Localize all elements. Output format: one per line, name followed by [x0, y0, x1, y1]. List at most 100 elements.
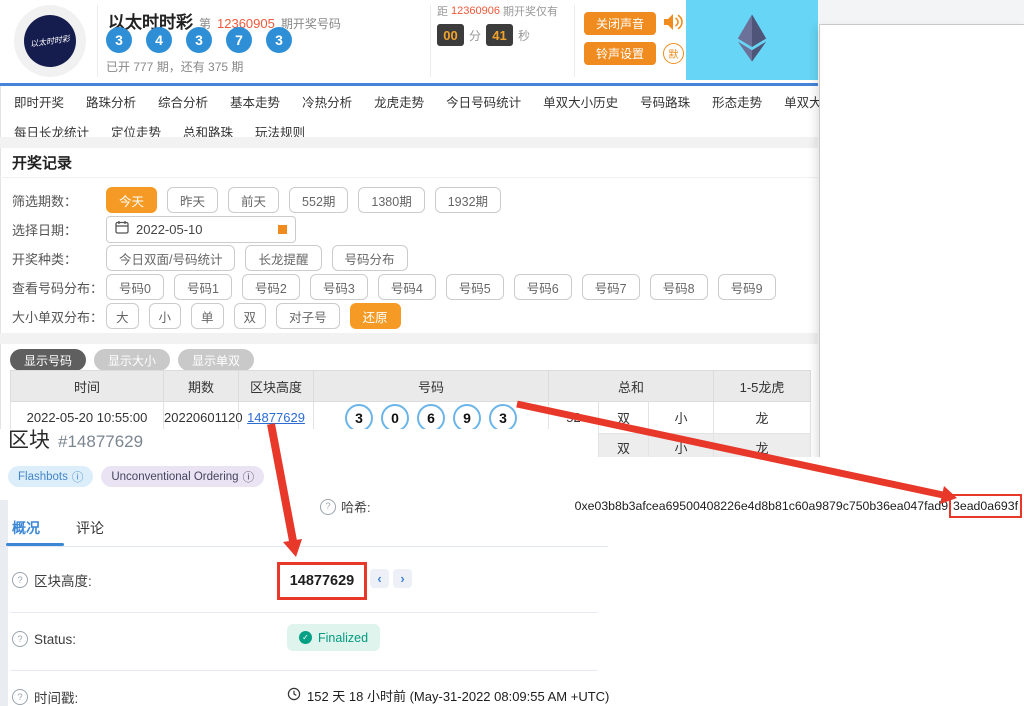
filter-today-button[interactable]: 今天 [106, 187, 157, 213]
previous-block-button[interactable]: ‹ [370, 569, 389, 588]
kind-twosided-button[interactable]: 今日双面/号码统计 [106, 245, 235, 271]
status-row-label: ? Status: [12, 631, 76, 647]
block-height-label-text: 区块高度: [34, 570, 92, 590]
filter-label: 开奖种类： [12, 249, 106, 268]
speaker-icon[interactable] [663, 13, 683, 36]
site-header: 以太时时彩 以太时时彩 第 12360905 期开奖号码 3 4 3 7 3 已… [0, 0, 818, 83]
small-button[interactable]: 小 [149, 303, 182, 329]
flashbots-badge[interactable]: Flashbots ⓘ [8, 466, 93, 487]
nav-item[interactable]: 综合分析 [158, 92, 208, 111]
default-ring-icon: 默 [663, 43, 684, 64]
divider [10, 612, 598, 613]
kind-distribution-button[interactable]: 号码分布 [332, 245, 408, 271]
tab-comments[interactable]: 评论 [76, 518, 104, 538]
number-ball: 3 [489, 404, 517, 432]
col-numbers: 号码 [314, 371, 549, 402]
nav-item[interactable]: 龙虎走势 [374, 92, 424, 111]
reset-button[interactable]: 还原 [350, 303, 401, 329]
countdown-timer: 00 分 41 秒 [437, 24, 530, 46]
filter-label: 大小单双分布： [12, 307, 106, 326]
calendar-icon [115, 220, 129, 239]
nav-item[interactable]: 路珠分析 [86, 92, 136, 111]
site-logo[interactable]: 以太时时彩 [14, 5, 86, 77]
filter-1932-button[interactable]: 1932期 [435, 187, 501, 213]
help-icon: ? [320, 499, 336, 515]
filter-daybefore-button[interactable]: 前天 [228, 187, 279, 213]
block-height-row-label: ? 区块高度: [12, 570, 92, 590]
number-3-button[interactable]: 号码3 [310, 274, 368, 300]
block-badges: Flashbots ⓘ Unconventional Ordering ⓘ [8, 466, 264, 487]
number-6-button[interactable]: 号码6 [514, 274, 572, 300]
block-title-text: 区块 [8, 424, 50, 454]
nav-item[interactable]: 冷热分析 [302, 92, 352, 111]
block-title: 区块 #14877629 [8, 424, 143, 454]
filter-552-button[interactable]: 552期 [289, 187, 348, 213]
kind-streak-button[interactable]: 长龙提醒 [245, 245, 321, 271]
explorer-left-gutter [0, 500, 8, 706]
number-1-button[interactable]: 号码1 [174, 274, 232, 300]
col-issue: 期数 [164, 371, 239, 402]
nav-item[interactable]: 单双大小历史 [543, 92, 618, 111]
next-block-button[interactable]: › [393, 569, 412, 588]
col-dragon-tiger: 1-5龙虎 [714, 371, 811, 402]
tab-overview[interactable]: 概况 [12, 518, 40, 538]
number-ball: 3 [106, 27, 132, 53]
number-ball: 9 [453, 404, 481, 432]
timestamp-value-row: 152 天 18 小时前 (May-31-2022 08:09:55 AM +U… [287, 686, 609, 705]
number-7-button[interactable]: 号码7 [582, 274, 640, 300]
ethereum-banner [686, 0, 818, 80]
filter-row-sizes: 大小单双分布： 大 小 单 双 对子号 还原 [12, 303, 401, 329]
nav-item[interactable]: 今日号码统计 [446, 92, 521, 111]
show-oddeven-button[interactable]: 显示单双 [178, 349, 254, 371]
help-icon: ? [12, 631, 28, 647]
divider [0, 177, 818, 178]
col-sum: 总和 [549, 371, 714, 402]
block-height-link[interactable]: 14877629 [247, 410, 305, 425]
orange-square-icon [278, 225, 287, 234]
close-sound-button[interactable]: 关闭声音 [584, 12, 656, 35]
even-button[interactable]: 双 [234, 303, 267, 329]
pairs-button[interactable]: 对子号 [276, 303, 340, 329]
number-4-button[interactable]: 号码4 [378, 274, 436, 300]
filter-row-kinds: 开奖种类： 今日双面/号码统计 长龙提醒 号码分布 [12, 245, 408, 271]
display-mode-buttons: 显示号码 显示大小 显示单双 [10, 349, 254, 371]
help-icon: ? [12, 572, 28, 588]
countdown-minutes: 00 [437, 24, 464, 46]
nav-item[interactable]: 号码路珠 [640, 92, 690, 111]
filter-yesterday-button[interactable]: 昨天 [167, 187, 218, 213]
ordering-badge[interactable]: Unconventional Ordering ⓘ [101, 466, 264, 487]
number-ball: 3 [345, 404, 373, 432]
hash-row-label: ? 哈希: [320, 497, 371, 516]
header-accent-line [0, 83, 818, 86]
number-8-button[interactable]: 号码8 [650, 274, 708, 300]
filter-label: 筛选期数： [12, 191, 106, 210]
site-logo-text: 以太时时彩 [21, 12, 80, 71]
show-bigsmall-button[interactable]: 显示大小 [94, 349, 170, 371]
ring-settings-button[interactable]: 铃声设置 [584, 42, 656, 65]
block-number-tag: #14877629 [58, 432, 143, 452]
show-numbers-button[interactable]: 显示号码 [10, 349, 86, 371]
nav-item[interactable]: 形态走势 [712, 92, 762, 111]
date-value: 2022-05-10 [136, 222, 203, 237]
cell-dragon: 龙 [714, 402, 811, 434]
number-5-button[interactable]: 号码5 [446, 274, 504, 300]
number-2-button[interactable]: 号码2 [242, 274, 300, 300]
annotation-box-block-height: 14877629 [277, 562, 367, 600]
table-header-row: 时间 期数 区块高度 号码 总和 1-5龙虎 [11, 371, 811, 402]
number-0-button[interactable]: 号码0 [106, 274, 164, 300]
ethereum-logo-icon [735, 10, 769, 71]
number-9-button[interactable]: 号码9 [718, 274, 776, 300]
odd-button[interactable]: 单 [191, 303, 224, 329]
big-button[interactable]: 大 [106, 303, 139, 329]
timestamp-value: 152 天 18 小时前 (May-31-2022 08:09:55 AM +U… [307, 686, 609, 705]
block-hash-value: 0xe03b8b3afcea69500408226e4d8b81c60a9879… [556, 491, 1022, 521]
seconds-unit: 秒 [518, 27, 530, 44]
minutes-unit: 分 [469, 27, 481, 44]
status-label-text: Status: [34, 632, 76, 647]
nav-item[interactable]: 基本走势 [230, 92, 280, 111]
nav-item[interactable]: 即时开奖 [14, 92, 64, 111]
number-ball: 3 [266, 27, 292, 53]
number-ball: 4 [146, 27, 172, 53]
filter-1380-button[interactable]: 1380期 [358, 187, 424, 213]
date-picker-input[interactable]: 2022-05-10 [106, 216, 296, 243]
